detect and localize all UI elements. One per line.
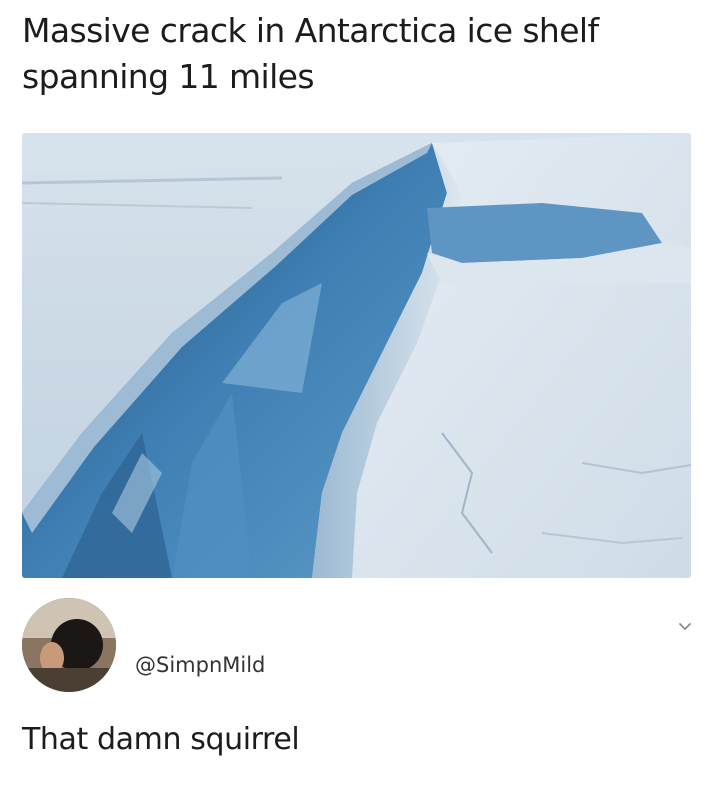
post-title-line-2: spanning 11 miles bbox=[22, 57, 315, 96]
chevron-down-icon[interactable] bbox=[675, 616, 695, 636]
reply-header: @SimpnMild bbox=[0, 598, 716, 698]
user-avatar-photo[interactable] bbox=[22, 598, 116, 692]
ice-shelf-photo bbox=[22, 133, 691, 578]
reply-text: That damn squirrel bbox=[22, 722, 300, 757]
post-title: Massive crack in Antarctica ice shelf sp… bbox=[22, 8, 702, 100]
post-title-line-1: Massive crack in Antarctica ice shelf bbox=[22, 11, 599, 50]
user-handle[interactable]: @SimpnMild bbox=[135, 653, 265, 677]
